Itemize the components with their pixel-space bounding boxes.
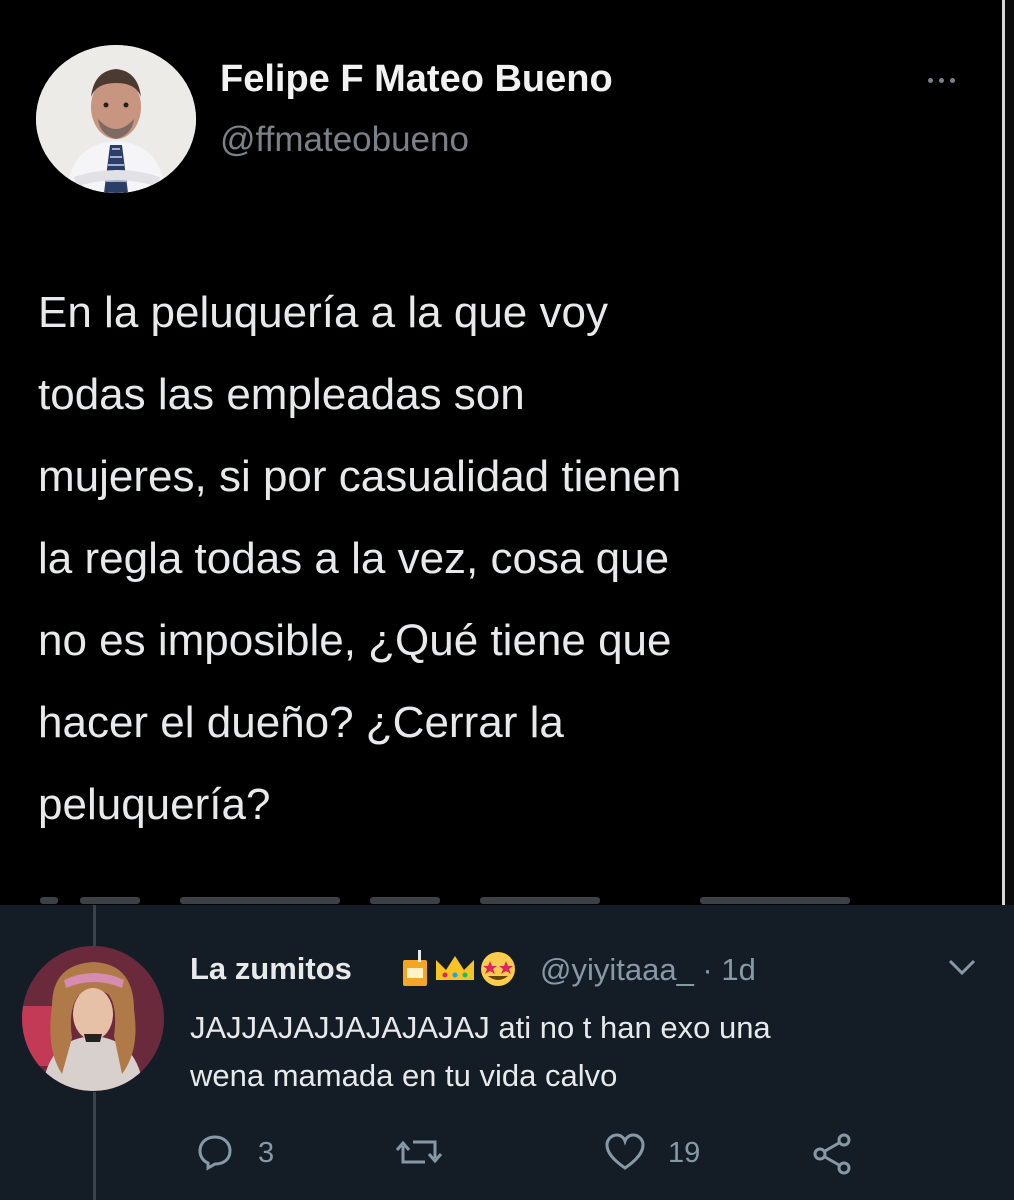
tweet-text-line: la regla todas a la vez, cosa que (38, 534, 670, 583)
name-emojis (400, 948, 535, 988)
retweet-icon (395, 1140, 443, 1164)
tweet-text-line: peluquería? (38, 780, 271, 829)
author-avatar[interactable] (36, 45, 196, 193)
tweet-text: En la peluquería a la que voy todas las … (38, 272, 978, 846)
author-handle[interactable]: @ffmateobueno (220, 120, 469, 160)
like-button[interactable] (604, 1132, 646, 1172)
author-name[interactable]: Felipe F Mateo Bueno (220, 58, 613, 101)
reply-text-line: wena mamada en tu vida calvo (190, 1058, 618, 1093)
comment-icon (198, 1135, 232, 1171)
share-button[interactable] (810, 1132, 854, 1175)
tweet-text-line: hacer el dueño? ¿Cerrar la (38, 698, 564, 747)
reply-text: JAJJAJAJJAJAJAJAJ ati no t han exo una w… (190, 1004, 771, 1100)
retweet-button[interactable] (395, 1132, 443, 1172)
thread-line (93, 1092, 96, 1200)
tweet-text-line: mujeres, si por casualidad tienen (38, 452, 682, 501)
heart-icon (605, 1133, 645, 1170)
tweet-text-line: no es imposible, ¿Qué tiene que (38, 616, 672, 665)
reply-handle-time[interactable]: @yiyitaaa_ · 1d (540, 952, 756, 988)
like-count: 19 (668, 1137, 701, 1169)
reply-author-avatar[interactable] (22, 946, 164, 1091)
share-icon (813, 1133, 851, 1175)
crown-emoji (436, 956, 474, 980)
main-tweet: Felipe F Mateo Bueno @ffmateobueno En la… (0, 0, 1014, 905)
chevron-down-icon[interactable] (944, 955, 980, 979)
reply-count: 3 (258, 1137, 275, 1169)
reply-author-name[interactable]: La zumitos (190, 951, 352, 987)
reply-button[interactable] (195, 1132, 235, 1172)
reply-text-line: JAJJAJAJJAJAJAJAJ ati no t han exo una (190, 1010, 771, 1045)
more-dots-icon[interactable] (922, 70, 962, 90)
juice-box-emoji (403, 950, 427, 986)
star-struck-emoji (481, 952, 515, 986)
scrollbar[interactable] (1002, 0, 1014, 905)
tweet-text-line: En la peluquería a la que voy (38, 288, 608, 337)
tweet-text-line: todas las empleadas son (38, 370, 525, 419)
